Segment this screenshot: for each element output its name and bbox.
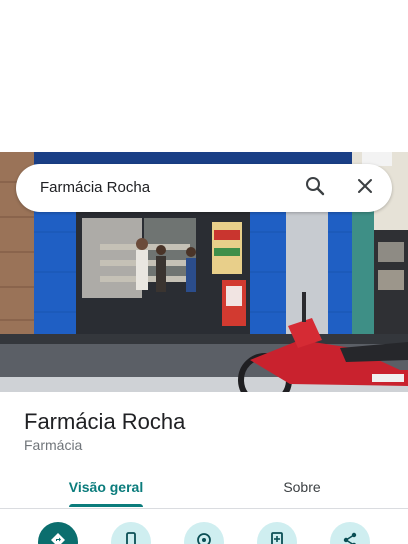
call-button[interactable] (111, 522, 151, 544)
share-button[interactable] (330, 522, 370, 544)
place-title: Farmácia Rocha (24, 409, 186, 434)
search-icon (305, 176, 325, 201)
directions-icon (50, 532, 66, 544)
search-button[interactable] (300, 174, 330, 202)
search-bar[interactable]: Farmácia Rocha (16, 164, 392, 212)
search-input[interactable]: Farmácia Rocha (40, 179, 150, 196)
tab-selected-indicator (69, 504, 143, 507)
save-button[interactable] (257, 522, 297, 544)
action-buttons (0, 522, 408, 544)
tab-overview[interactable]: Visão geral (36, 466, 176, 508)
tab-about[interactable]: Sobre (232, 466, 372, 508)
close-button[interactable] (350, 174, 380, 202)
phone-icon (124, 532, 138, 544)
location-button[interactable] (184, 522, 224, 544)
save-icon (270, 532, 284, 544)
share-icon (342, 532, 358, 544)
place-category: Farmácia (24, 437, 83, 453)
tab-bar: Visão geral Sobre (0, 466, 408, 509)
close-icon (357, 178, 373, 199)
location-icon (196, 532, 212, 544)
directions-button[interactable] (38, 522, 78, 544)
